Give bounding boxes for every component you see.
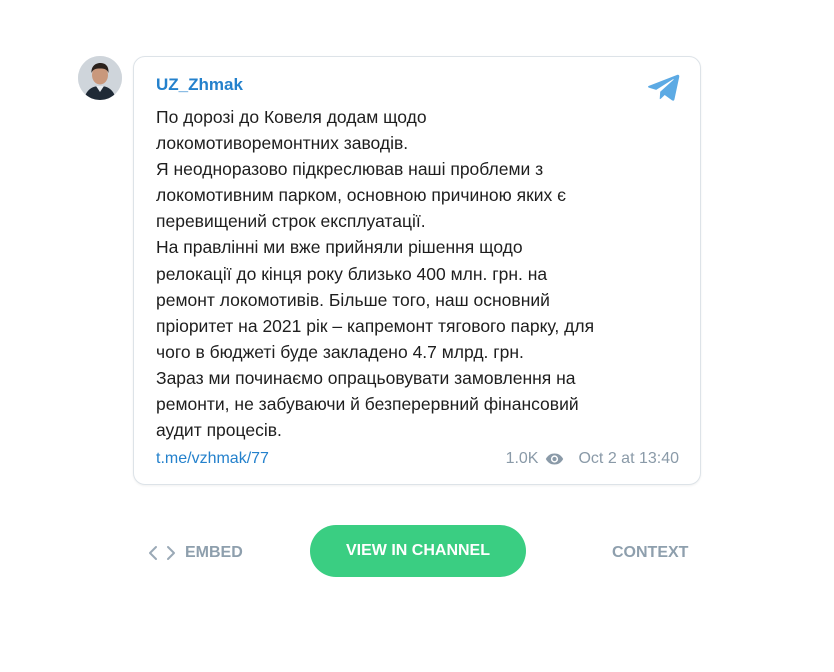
post-link[interactable]: t.me/vzhmak/77 [156, 447, 269, 471]
post-text-line: Зараз ми починаємо опрацьовувати замовле… [156, 367, 576, 388]
person-photo-icon [78, 56, 122, 100]
post-text-line: пріоритет на 2021 рік – капремонт тягово… [156, 315, 595, 336]
post-text-line: релокації до кінця року близько 400 млн.… [156, 263, 548, 284]
post-text-line: По дорозі до Ковеля додам щодо [156, 107, 427, 127]
post-text-line: На правлінні ми вже прийняли рішення щод… [156, 237, 523, 258]
telegram-icon[interactable] [648, 73, 680, 101]
post-meta: 1.0K Oct 2 at 13:40 [506, 447, 679, 471]
post-text-line: локомотиворемонтних заводів. [156, 133, 409, 154]
code-icon [149, 546, 175, 560]
post-text: По дорозі до Ковеля додам щодо локомотив… [156, 104, 681, 443]
post-text-line: локомотивним парком, основною причиною я… [156, 185, 567, 206]
channel-avatar[interactable] [78, 56, 122, 100]
post-text-line: ремонти, не забуваючи й безперервний фін… [156, 394, 579, 415]
post-text-line: Я неодноразово підкреслював наші проблем… [156, 159, 544, 180]
view-in-channel-label: VIEW IN CHANNEL [346, 542, 490, 559]
view-in-channel-button[interactable]: VIEW IN CHANNEL [310, 525, 526, 577]
embed-button[interactable]: EMBED [148, 541, 243, 565]
post-text-line: чого в бюджеті буде закладено 4.7 млрд. … [156, 341, 524, 362]
post-footer: t.me/vzhmak/77 1.0K Oct 2 at 13:40 [156, 447, 679, 471]
channel-name-link[interactable]: UZ_Zhmak [156, 75, 243, 95]
eye-icon [546, 453, 564, 465]
views-count: 1.0K [505, 450, 539, 467]
post-text-line: перевищений строк експлуатації. [156, 211, 426, 232]
context-button[interactable]: CONTEXT [612, 541, 688, 565]
post-text-line: ремонт локомотивів. Більше того, наш осн… [156, 289, 550, 310]
post-date[interactable]: Oct 2 at 13:40 [578, 447, 679, 471]
post-text-line: аудит процесів. [156, 420, 282, 441]
embed-label: EMBED [185, 544, 243, 561]
post-card: UZ_Zhmak По дорозі до Ковеля додам щодо … [133, 56, 701, 485]
